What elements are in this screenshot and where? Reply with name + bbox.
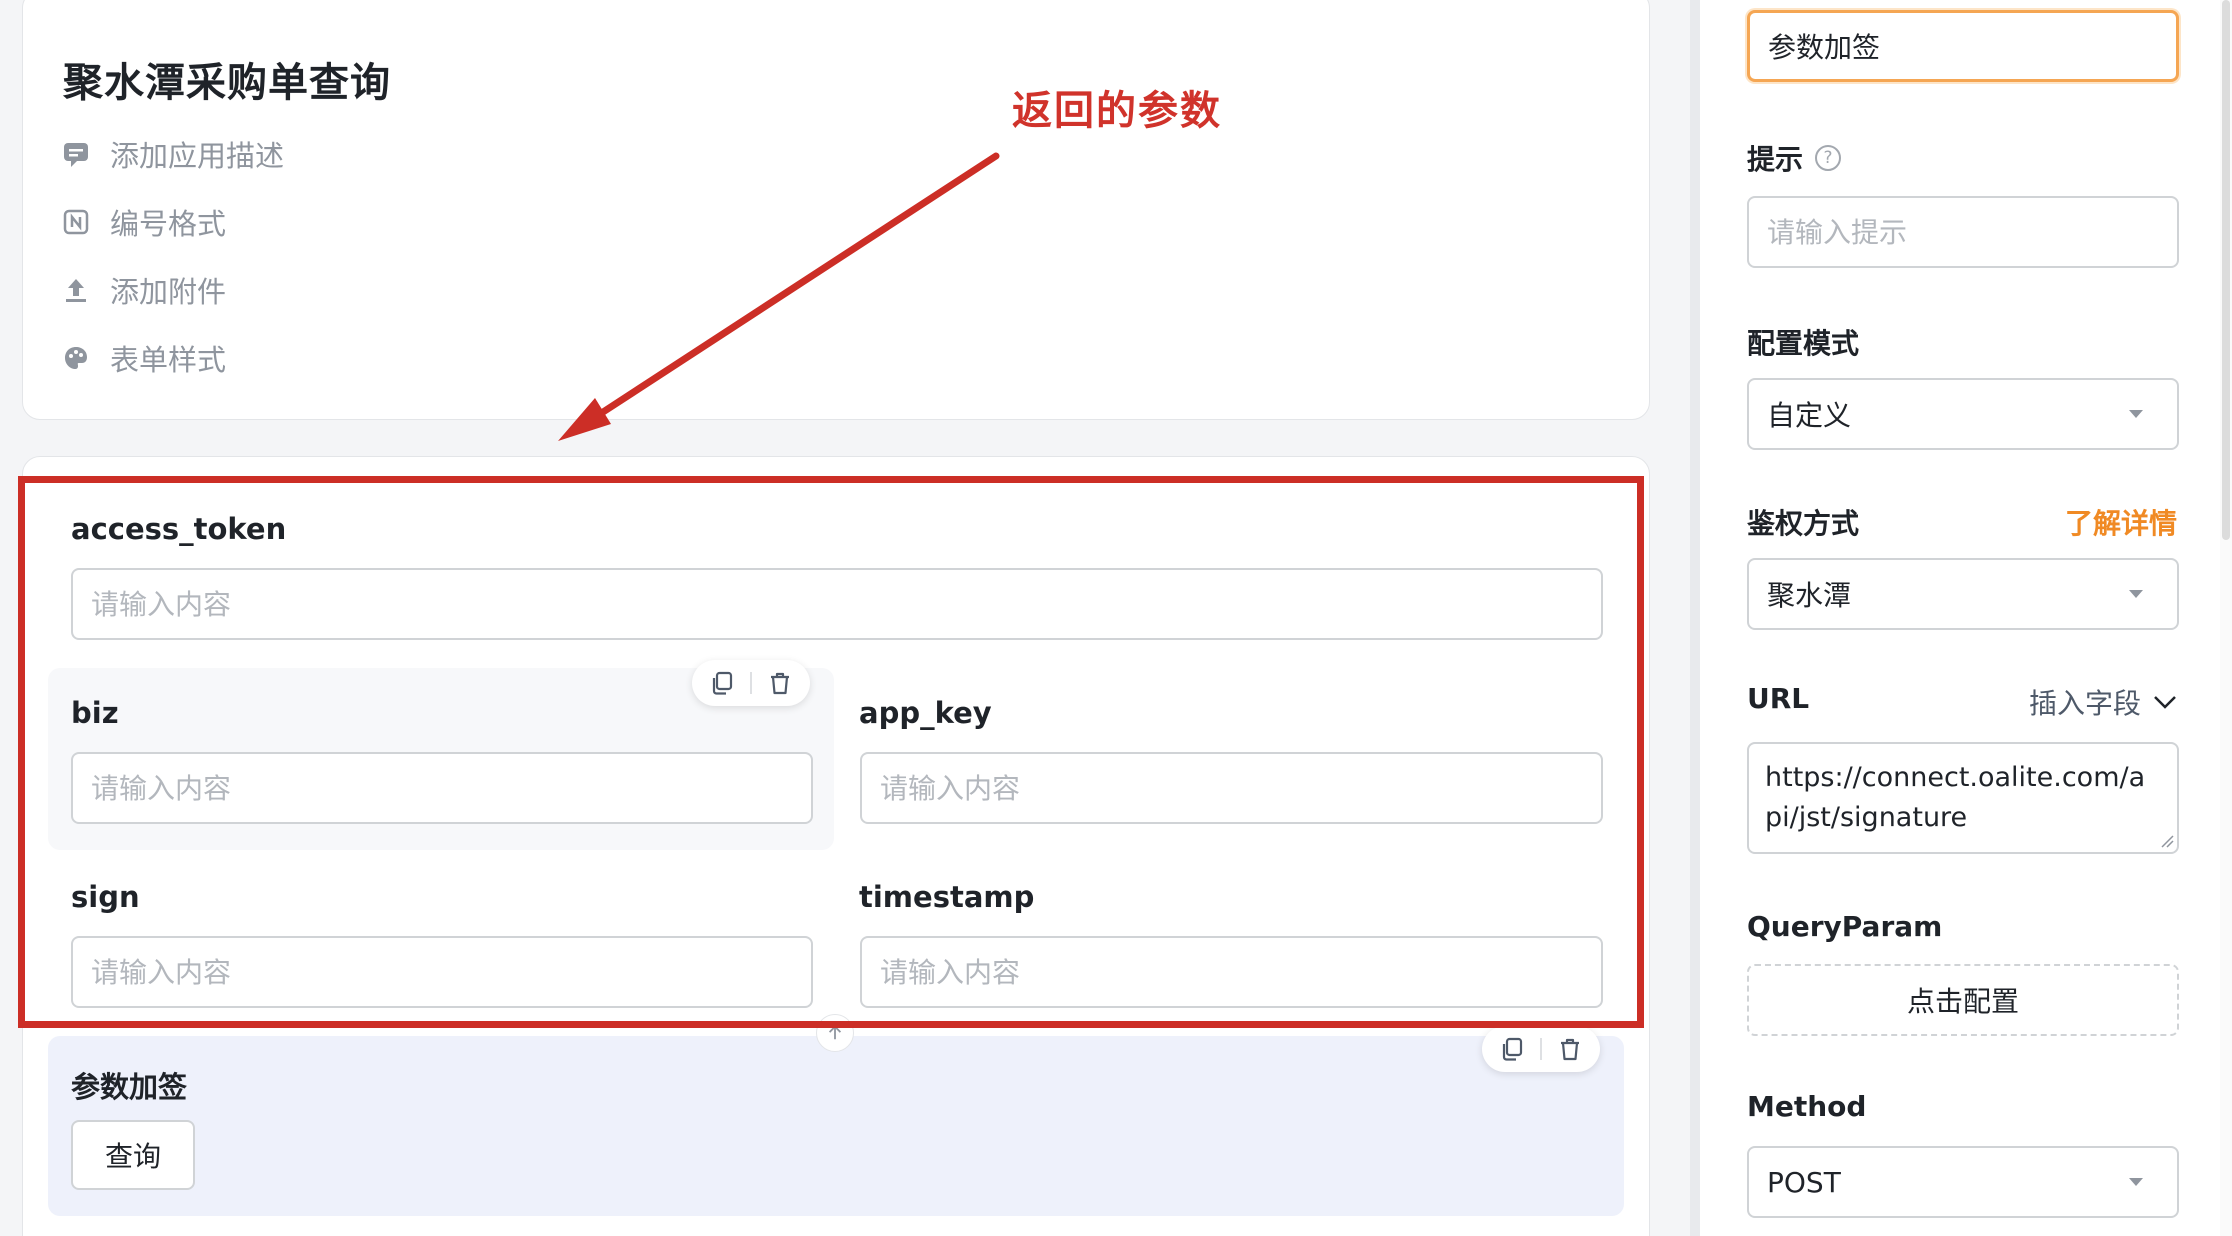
component-title-input[interactable] xyxy=(1747,10,2179,82)
app-key-input[interactable] xyxy=(860,752,1603,824)
copy-button[interactable] xyxy=(694,660,750,706)
add-attachment-item[interactable]: 添加附件 xyxy=(62,270,226,310)
timestamp-label: timestamp xyxy=(859,880,1035,914)
config-mode-select[interactable]: 自定义 xyxy=(1747,378,2179,450)
trash-icon xyxy=(1561,1038,1579,1061)
url-label: URL xyxy=(1747,682,1810,715)
method-label: Method xyxy=(1747,1090,1867,1123)
add-description-item[interactable]: 添加应用描述 xyxy=(62,134,284,174)
help-icon[interactable]: ? xyxy=(1815,145,1842,171)
sign-block-label: 参数加签 xyxy=(71,1070,188,1104)
upload-icon xyxy=(66,279,86,302)
query-button[interactable]: 查询 xyxy=(71,1120,195,1190)
config-mode-label: 配置模式 xyxy=(1747,327,1860,360)
sign-component-block[interactable] xyxy=(48,1036,1624,1216)
add-description-label: 添加应用描述 xyxy=(110,139,285,173)
chevron-down-icon xyxy=(2154,696,2176,709)
insert-field-dropdown[interactable]: 插入字段 xyxy=(2029,682,2179,722)
query-param-label: QueryParam xyxy=(1747,910,1943,943)
copy-button[interactable] xyxy=(1484,1026,1540,1072)
learn-more-link[interactable]: 了解详情 xyxy=(2065,502,2177,542)
numbering-format-item[interactable]: 编号格式 xyxy=(62,202,226,242)
resize-grip-icon[interactable] xyxy=(2160,834,2174,848)
form-style-item[interactable]: 表单样式 xyxy=(62,338,226,378)
numbering-format-label: 编号格式 xyxy=(110,207,227,241)
copy-icon xyxy=(1502,1037,1523,1061)
sign-label: sign xyxy=(71,880,140,914)
biz-label: biz xyxy=(71,696,119,730)
delete-button[interactable] xyxy=(752,660,808,706)
move-handle[interactable] xyxy=(816,1014,854,1052)
app-title[interactable]: 聚水潭采购单查询 xyxy=(63,50,391,108)
add-attachment-label: 添加附件 xyxy=(110,275,227,309)
chevron-down-icon xyxy=(2129,410,2143,418)
access-token-label: access_token xyxy=(71,512,287,546)
method-select[interactable]: POST xyxy=(1747,1146,2179,1218)
hint-label: 提示 ? xyxy=(1747,138,1842,178)
app-key-label: app_key xyxy=(859,696,992,730)
annotation-text: 返回的参数 xyxy=(1012,88,1222,134)
sign-input[interactable] xyxy=(71,936,813,1008)
trash-icon xyxy=(771,672,789,695)
access-token-input[interactable] xyxy=(71,568,1603,640)
panel-divider[interactable] xyxy=(1690,0,1700,1236)
auth-method-select[interactable]: 聚水潭 xyxy=(1747,558,2179,630)
insert-field-label: 插入字段 xyxy=(2029,687,2142,720)
biz-actions xyxy=(692,660,810,706)
biz-input[interactable] xyxy=(71,752,813,824)
url-textarea[interactable]: https://connect.oalite.com/api/jst/signa… xyxy=(1747,742,2179,854)
sign-block-actions xyxy=(1482,1026,1600,1072)
copy-icon xyxy=(712,671,733,695)
method-value: POST xyxy=(1767,1165,1841,1199)
numbering-icon xyxy=(63,209,89,235)
auth-method-value: 聚水潭 xyxy=(1767,579,1852,612)
delete-button[interactable] xyxy=(1542,1026,1598,1072)
config-mode-value: 自定义 xyxy=(1767,399,1852,432)
hint-label-text: 提示 xyxy=(1747,143,1804,176)
form-style-label: 表单样式 xyxy=(110,343,227,377)
palette-icon xyxy=(65,347,87,369)
auth-method-label: 鉴权方式 xyxy=(1747,507,1860,540)
chevron-down-icon xyxy=(2129,590,2143,598)
chevron-down-icon xyxy=(2129,1178,2143,1186)
arrow-up-icon xyxy=(828,1025,842,1040)
hint-input[interactable] xyxy=(1747,196,2179,268)
comment-icon xyxy=(64,143,88,167)
scrollbar-thumb[interactable] xyxy=(2222,0,2230,540)
configure-query-param-button[interactable]: 点击配置 xyxy=(1747,964,2179,1036)
timestamp-input[interactable] xyxy=(860,936,1603,1008)
